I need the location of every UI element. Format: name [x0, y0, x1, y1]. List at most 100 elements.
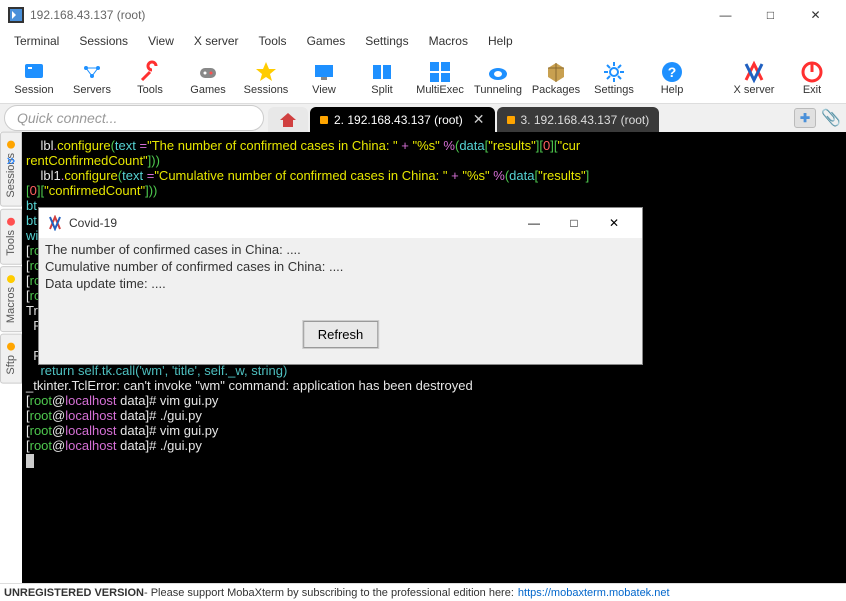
toolbar-label: Exit	[803, 84, 821, 96]
popup-body: The number of confirmed cases in China: …	[39, 238, 642, 297]
games-icon	[196, 60, 220, 84]
exit-icon	[800, 60, 824, 84]
status-bar: UNREGISTERED VERSION - Please support Mo…	[0, 583, 846, 601]
app-logo-icon	[8, 7, 24, 23]
refresh-button[interactable]: Refresh	[303, 321, 379, 348]
status-text: - Please support MobaXterm by subscribin…	[144, 587, 514, 599]
minimize-button[interactable]: —	[703, 0, 748, 30]
toolbar-help[interactable]: ? Help	[644, 53, 700, 103]
menu-tools[interactable]: Tools	[249, 32, 297, 50]
quick-connect-input[interactable]: Quick connect...	[4, 105, 264, 131]
toolbar-games[interactable]: Games	[180, 53, 236, 103]
toolbar-label: Sessions	[244, 84, 289, 96]
packages-icon	[544, 60, 568, 84]
terminal-line: [root@localhost data]# vim gui.py	[26, 423, 842, 438]
close-button[interactable]: ✕	[793, 0, 838, 30]
split-icon	[370, 60, 394, 84]
sidetab-label: Macros	[5, 287, 17, 323]
toolbar-label: MultiExec	[416, 84, 464, 96]
toolbar-label: X server	[734, 84, 775, 96]
toolbar: Session Servers Tools Games Sessions View Spli…	[0, 52, 846, 104]
menu-x-server[interactable]: X server	[184, 32, 249, 50]
tab-row: Quick connect... 2. 192.168.43.137 (root…	[0, 104, 846, 132]
sidetab-sftp[interactable]: Sftp	[0, 334, 22, 384]
sidetab-label: Sftp	[5, 355, 17, 375]
terminal-line: _tkinter.TclError: can't invoke "wm" com…	[26, 378, 842, 393]
svg-text:?: ?	[668, 64, 677, 80]
toolbar-label: Session	[14, 84, 53, 96]
x server-icon	[742, 60, 766, 84]
popup-titlebar[interactable]: Covid-19 — □ ✕	[39, 208, 642, 238]
toolbar-x server[interactable]: X server	[726, 53, 782, 103]
home-icon	[280, 113, 296, 127]
window-title: 192.168.43.137 (root)	[30, 8, 703, 22]
attach-button[interactable]: 📎	[820, 108, 842, 128]
covid-popup-window: Covid-19 — □ ✕ The number of confirmed c…	[38, 207, 643, 365]
menu-view[interactable]: View	[138, 32, 184, 50]
toolbar-tools[interactable]: Tools	[122, 53, 178, 103]
toolbar-label: Tunneling	[474, 84, 522, 96]
tunneling-icon	[486, 60, 510, 84]
multiexec-icon	[428, 60, 452, 84]
toolbar-label: Tools	[137, 84, 163, 96]
sidetab-dot-icon	[7, 275, 15, 283]
toolbar-tunneling[interactable]: Tunneling	[470, 53, 526, 103]
toolbar-multiexec[interactable]: MultiExec	[412, 53, 468, 103]
toolbar-view[interactable]: View	[296, 53, 352, 103]
popup-line1: The number of confirmed cases in China: …	[45, 242, 636, 257]
session-icon	[22, 60, 46, 84]
terminal-line: rentConfirmedCount"]))	[26, 153, 842, 168]
new-tab-button[interactable]: ✚	[794, 108, 816, 128]
toolbar-packages[interactable]: Packages	[528, 53, 584, 103]
terminal-icon	[507, 116, 515, 124]
popup-line2: Cumulative number of confirmed cases in …	[45, 259, 636, 274]
toolbar-label: View	[312, 84, 336, 96]
toolbar-servers[interactable]: Servers	[64, 53, 120, 103]
popup-line3: Data update time: ....	[45, 276, 636, 291]
sidetab-dot-icon	[7, 218, 15, 226]
expand-sidebar-button[interactable]: »	[0, 150, 22, 172]
terminal-cursor-line	[26, 453, 842, 468]
sidetab-label: Tools	[5, 230, 17, 256]
menu-terminal[interactable]: Terminal	[4, 32, 69, 50]
tab-session-2[interactable]: 2. 192.168.43.137 (root) ✕	[310, 107, 495, 132]
tab-close-icon[interactable]: ✕	[473, 111, 485, 128]
popup-maximize-button[interactable]: □	[554, 209, 594, 237]
menu-settings[interactable]: Settings	[355, 32, 418, 50]
toolbar-session[interactable]: Session	[6, 53, 62, 103]
terminal-line: return self.tk.call('wm', 'title', self.…	[26, 363, 842, 378]
settings-icon	[602, 60, 626, 84]
menu-help[interactable]: Help	[478, 32, 523, 50]
menu-macros[interactable]: Macros	[419, 32, 478, 50]
sidetab-macros[interactable]: Macros	[0, 266, 22, 332]
terminal-line: [root@localhost data]# vim gui.py	[26, 393, 842, 408]
help-icon: ?	[660, 60, 684, 84]
toolbar-label: Settings	[594, 84, 634, 96]
terminal-line: [0]["confirmedCount"]))	[26, 183, 842, 198]
toolbar-label: Split	[371, 84, 392, 96]
toolbar-label: Help	[661, 84, 684, 96]
toolbar-exit[interactable]: Exit	[784, 53, 840, 103]
view-icon	[312, 60, 336, 84]
toolbar-label: Servers	[73, 84, 111, 96]
status-link[interactable]: https://mobaxterm.mobatek.net	[518, 587, 670, 599]
toolbar-sessions[interactable]: Sessions	[238, 53, 294, 103]
toolbar-settings[interactable]: Settings	[586, 53, 642, 103]
toolbar-label: Packages	[532, 84, 580, 96]
terminal-line: lbl.configure(text ="The number of confi…	[26, 138, 842, 153]
tab-label: 2. 192.168.43.137 (root)	[334, 113, 463, 127]
menu-games[interactable]: Games	[297, 32, 356, 50]
popup-close-button[interactable]: ✕	[594, 209, 634, 237]
toolbar-split[interactable]: Split	[354, 53, 410, 103]
chevron-right-icon: »	[7, 152, 16, 170]
paperclip-icon: 📎	[821, 108, 841, 128]
maximize-button[interactable]: □	[748, 0, 793, 30]
menubar: TerminalSessionsViewX serverToolsGamesSe…	[0, 30, 846, 52]
popup-minimize-button[interactable]: —	[514, 209, 554, 237]
tools-icon	[138, 60, 162, 84]
plus-icon: ✚	[800, 111, 810, 125]
tab-home[interactable]	[268, 107, 308, 132]
tab-session-3[interactable]: 3. 192.168.43.137 (root)	[497, 107, 660, 132]
sidetab-tools[interactable]: Tools	[0, 209, 22, 265]
menu-sessions[interactable]: Sessions	[69, 32, 138, 50]
